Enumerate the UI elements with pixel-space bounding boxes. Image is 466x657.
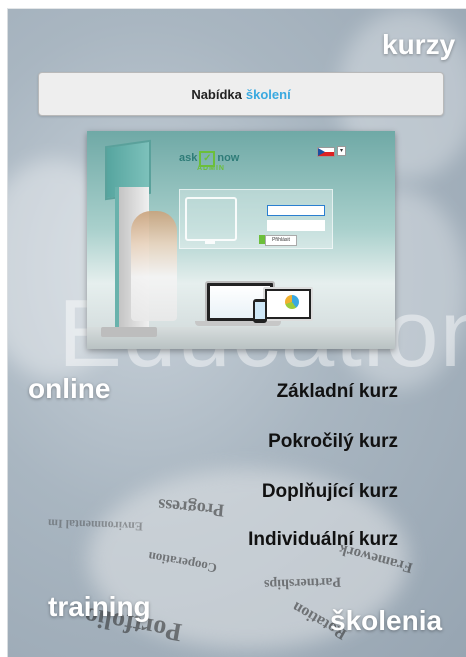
background-word: Partnerships (263, 573, 342, 592)
heading-online: online (28, 373, 111, 404)
heading-training: training (48, 591, 151, 622)
course-link-advanced[interactable]: Pokročilý kurz (268, 431, 398, 453)
background-word: Environmental Im (47, 516, 143, 534)
product-screenshot: ask ✓ now ADMIN ▾ Přihlásit (87, 131, 395, 349)
laptop-base (195, 321, 281, 326)
asknow-logo: ask ✓ now ADMIN (179, 151, 240, 172)
password-field[interactable] (267, 220, 325, 231)
cz-flag-icon[interactable] (317, 147, 335, 157)
course-link-individual[interactable]: Individuální kurz (248, 529, 398, 551)
phone-image (253, 299, 267, 323)
heading-skolenia: školenia (330, 605, 443, 636)
woman-photo (131, 211, 177, 321)
devices-icon (185, 197, 237, 244)
kiosk-base (101, 327, 157, 337)
logo-text-now: now (217, 152, 240, 164)
username-field[interactable] (267, 205, 325, 216)
banner-prefix: Nabídka (191, 86, 242, 102)
logo-text-ask: ask (179, 152, 198, 164)
course-link-supplementary[interactable]: Doplňující kurz (262, 481, 398, 503)
course-link-basic[interactable]: Základní kurz (277, 381, 398, 403)
monitor-image (263, 287, 313, 321)
course-offer-banner: Nabídka školení (38, 72, 444, 116)
course-offer-page: Education Progress Environmental Im Fram… (7, 8, 466, 657)
phone-screen (255, 302, 265, 319)
login-button[interactable]: Přihlásit (265, 235, 297, 246)
chevron-down-icon[interactable]: ▾ (337, 146, 346, 156)
heading-kurzy: kurzy (382, 29, 456, 60)
banner-accent: školení (245, 86, 291, 102)
pie-chart-icon (285, 295, 299, 309)
logo-subtitle: ADMIN (197, 165, 225, 172)
